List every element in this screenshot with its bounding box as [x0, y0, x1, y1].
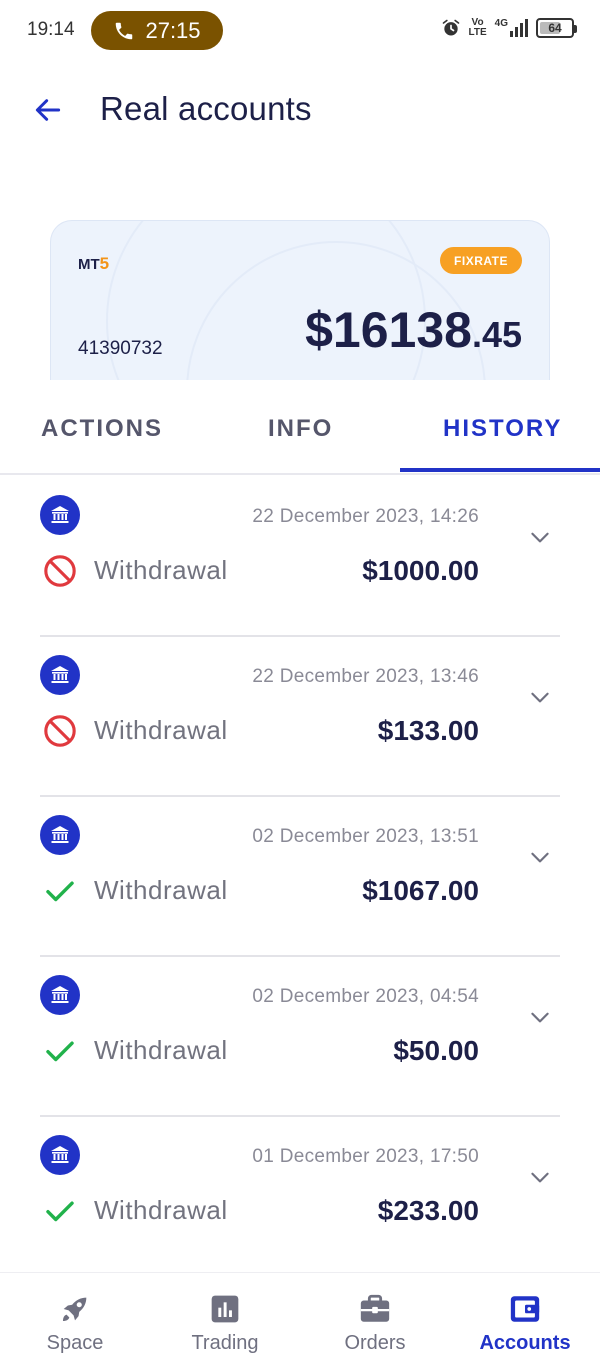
app-header: Real accounts — [0, 80, 600, 140]
history-item[interactable]: 02 December 2023, 13:51 Withdrawal $1067… — [0, 797, 600, 957]
history-type: Withdrawal — [94, 1195, 228, 1225]
account-number: 41390732 — [78, 338, 163, 359]
tab-info[interactable]: INFO — [268, 415, 333, 443]
account-balance: $16138.45 — [305, 302, 522, 358]
chevron-down-icon[interactable] — [524, 521, 556, 553]
chevron-down-icon[interactable] — [524, 1161, 556, 1193]
arrow-left-icon — [35, 99, 61, 121]
bank-icon — [40, 495, 80, 535]
bank-icon — [40, 975, 80, 1015]
history-amount: $1067.00 — [362, 875, 479, 906]
check-icon — [42, 1193, 78, 1229]
history-date: 02 December 2023, 13:51 — [252, 826, 479, 847]
history-date: 22 December 2023, 13:46 — [252, 666, 479, 687]
rejected-icon — [42, 553, 78, 589]
chevron-down-icon[interactable] — [524, 1001, 556, 1033]
account-type-badge: FIXRATE — [440, 247, 522, 274]
history-date: 02 December 2023, 04:54 — [252, 986, 479, 1007]
phone-icon — [116, 22, 133, 39]
nav-space[interactable]: Space — [0, 1273, 150, 1367]
alarm-icon — [442, 19, 459, 36]
history-item[interactable]: 22 December 2023, 14:26 Withdrawal $1000… — [0, 477, 600, 637]
active-tab-indicator — [400, 468, 600, 472]
wallet-icon — [507, 1291, 543, 1327]
tab-history[interactable]: HISTORY — [443, 415, 562, 443]
history-type: Withdrawal — [94, 555, 228, 585]
bank-icon — [40, 655, 80, 695]
nav-accounts[interactable]: Accounts — [450, 1273, 600, 1367]
history-amount: $50.00 — [393, 1035, 479, 1066]
battery-level: 64 — [548, 21, 562, 35]
history-type: Withdrawal — [94, 715, 228, 745]
account-tabs: ACTIONS INFO HISTORY — [0, 380, 600, 475]
account-card[interactable]: MT5 FIXRATE 41390732 $16138.45 — [50, 220, 550, 380]
bar-chart-icon — [207, 1291, 243, 1327]
bank-icon — [40, 1135, 80, 1175]
history-list: 22 December 2023, 14:26 Withdrawal $1000… — [0, 477, 600, 1277]
check-icon — [42, 1033, 78, 1069]
bottom-navigation: Space Trading Orders Accounts — [0, 1272, 600, 1367]
call-timer: 27:15 — [145, 17, 201, 43]
chevron-down-icon[interactable] — [524, 681, 556, 713]
history-amount: $1000.00 — [362, 555, 479, 586]
bank-icon — [40, 815, 80, 855]
page-title: Real accounts — [100, 90, 312, 127]
history-date: 22 December 2023, 14:26 — [252, 506, 479, 527]
briefcase-icon — [357, 1291, 393, 1327]
chevron-down-icon[interactable] — [524, 841, 556, 873]
nav-label: Accounts — [479, 1332, 571, 1354]
mt5-logo: MT5 — [78, 254, 110, 273]
history-item[interactable]: 01 December 2023, 17:50 Withdrawal $233.… — [0, 1117, 600, 1277]
history-amount: $133.00 — [377, 715, 479, 746]
nav-orders[interactable]: Orders — [300, 1273, 450, 1367]
history-type: Withdrawal — [94, 875, 228, 905]
volte-indicator: Vo LTE — [468, 17, 487, 38]
back-button[interactable] — [28, 90, 68, 130]
history-date: 01 December 2023, 17:50 — [252, 1146, 479, 1167]
history-item[interactable]: 02 December 2023, 04:54 Withdrawal $50.0… — [0, 957, 600, 1117]
history-amount: $233.00 — [377, 1195, 479, 1226]
nav-trading[interactable]: Trading — [150, 1273, 300, 1367]
tab-actions[interactable]: ACTIONS — [41, 415, 163, 443]
status-time: 19:14 — [27, 19, 75, 40]
battery-icon: 64 — [536, 18, 577, 38]
nav-label: Trading — [191, 1332, 259, 1354]
nav-label: Orders — [344, 1332, 406, 1354]
signal-icon: 4G — [495, 19, 528, 37]
check-icon — [42, 873, 78, 909]
history-item[interactable]: 22 December 2023, 13:46 Withdrawal $133.… — [0, 637, 600, 797]
ongoing-call-pill[interactable]: 27:15 — [91, 11, 223, 50]
rejected-icon — [42, 713, 78, 749]
history-type: Withdrawal — [94, 1035, 228, 1065]
rocket-icon — [57, 1291, 93, 1327]
nav-label: Space — [46, 1332, 104, 1354]
status-bar: 19:14 27:15 Vo LTE 4G 64 — [0, 0, 600, 62]
status-icons: Vo LTE 4G 64 — [441, 17, 577, 38]
